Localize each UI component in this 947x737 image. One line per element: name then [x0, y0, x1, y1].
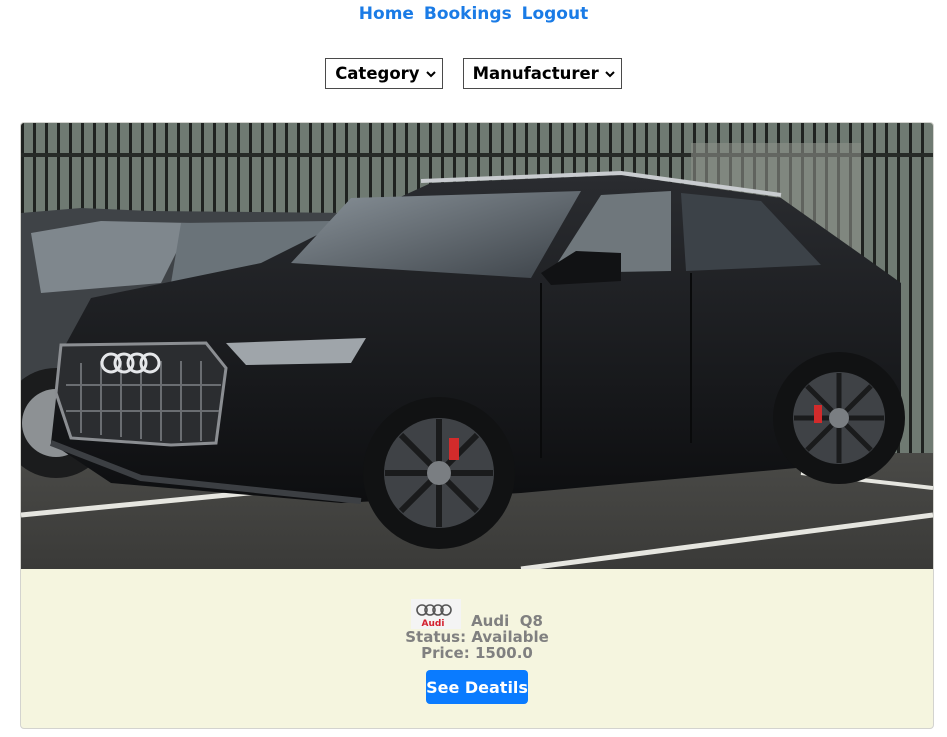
category-select-label: Category: [335, 64, 420, 83]
category-select[interactable]: Category: [325, 58, 443, 89]
car-status-line: Status: Available: [21, 629, 933, 645]
nav-link-home[interactable]: Home: [359, 4, 414, 24]
price-value: 1500.0: [474, 644, 533, 662]
chevron-down-icon: [605, 70, 615, 77]
top-navigation: Home Bookings Logout: [0, 4, 947, 24]
see-details-button[interactable]: See Deatils: [426, 670, 528, 704]
nav-link-logout[interactable]: Logout: [522, 4, 589, 24]
price-label: Price:: [421, 644, 470, 662]
car-photo: [21, 123, 933, 569]
manufacturer-select[interactable]: Manufacturer: [462, 58, 622, 89]
manufacturer-select-label: Manufacturer: [472, 64, 599, 83]
car-info: Audi Audi Q8 Status: Available Price: 15…: [21, 599, 933, 661]
car-brand: Audi: [471, 612, 510, 630]
car-price-line: Price: 1500.0: [21, 645, 933, 661]
car-card: Audi Audi Q8 Status: Available Price: 15…: [20, 122, 934, 729]
chevron-down-icon: [425, 70, 436, 77]
filter-bar: Category Manufacturer: [0, 58, 947, 89]
nav-link-bookings[interactable]: Bookings: [424, 4, 512, 24]
car-model: Q8: [519, 612, 543, 630]
audi-logo: Audi: [411, 599, 462, 629]
car-title: Audi Audi Q8: [21, 599, 933, 629]
